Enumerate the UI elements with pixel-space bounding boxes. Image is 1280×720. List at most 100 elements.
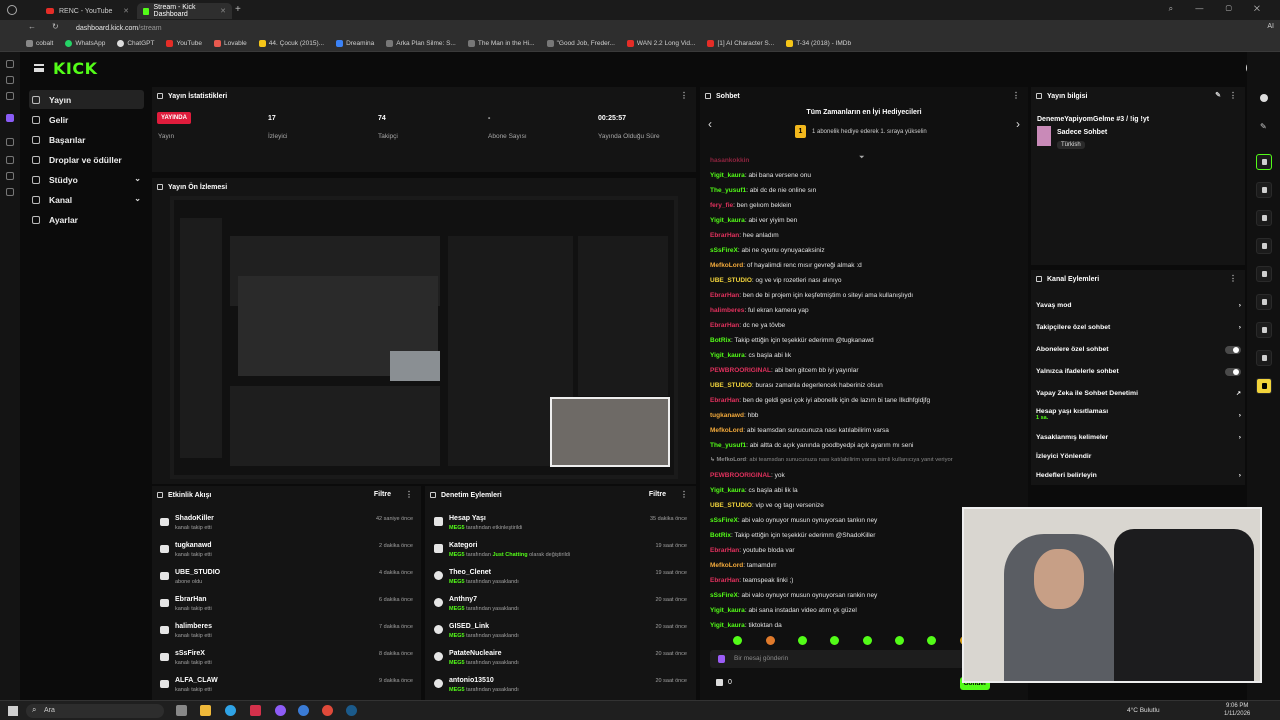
side-panel-icon[interactable] [6, 92, 14, 100]
chat-user[interactable]: sSsFireX [710, 517, 738, 524]
more-icon[interactable]: ⋮ [1229, 274, 1237, 283]
filter-button[interactable]: Filtre [649, 491, 666, 498]
tab-kick-dashboard[interactable]: Stream - Kick Dashboard ✕ [137, 3, 232, 19]
chat-user[interactable]: BotRix [710, 337, 731, 344]
mod-title[interactable]: antonio13510 [449, 677, 494, 684]
raid-row[interactable]: İzleyici Yönlendir [1036, 453, 1241, 460]
bookmark-dreamina[interactable]: Dreamina [336, 40, 374, 47]
emote-icon[interactable] [733, 636, 742, 645]
chat-user[interactable]: fery_fie [710, 202, 733, 209]
feed-user[interactable]: halimberes [175, 623, 212, 630]
bookmark-youtube[interactable]: YouTube [166, 40, 202, 47]
info-icon[interactable] [1260, 94, 1268, 102]
emote-icon[interactable] [927, 636, 936, 645]
ai-button[interactable]: AI [1267, 23, 1274, 30]
emotes-only-toggle[interactable] [1225, 368, 1241, 376]
mod-actor[interactable]: MEG5 [449, 660, 465, 666]
mod-title[interactable]: PatateNucleaire [449, 650, 502, 657]
chat-user[interactable]: EbrarHan [710, 292, 739, 299]
side-panel-icon[interactable] [6, 60, 14, 68]
followers-only-row[interactable]: Takipçilere özel sohbet › [1036, 324, 1241, 331]
stream-preview-video[interactable] [170, 196, 678, 479]
chat-user[interactable]: EbrarHan [710, 232, 739, 239]
chest-icon[interactable] [716, 679, 723, 686]
quick-action-button[interactable] [1256, 322, 1272, 338]
chat-user[interactable]: BotRix [710, 532, 731, 539]
chat-user[interactable]: tugkanawd [710, 412, 744, 419]
weather-label[interactable]: 4°C Bulutlu [1127, 707, 1160, 714]
mod-actor[interactable]: MEG5 [449, 579, 465, 585]
quick-action-button[interactable] [1256, 378, 1272, 394]
account-age-row[interactable]: Hesap yaşı kısıtlaması › 1 sa. [1036, 408, 1241, 421]
chat-user[interactable]: PEWBROORIGINAL [710, 472, 771, 479]
bookmark-chatgpt[interactable]: ChatGPT [117, 40, 154, 47]
filter-button[interactable]: Filtre [374, 491, 391, 498]
subscribers-only-toggle[interactable] [1225, 346, 1241, 354]
mod-actor[interactable]: MEG5 [449, 552, 465, 558]
chat-user[interactable]: Yigit_kaura [710, 172, 745, 179]
edit-icon[interactable]: ✎ [1260, 122, 1267, 131]
browser-icon[interactable] [275, 705, 286, 716]
chat-user[interactable]: UBE_STUDIO [710, 382, 752, 389]
mod-actor[interactable]: MEG5 [449, 606, 465, 612]
edit-icon[interactable]: ✎ [1215, 91, 1221, 99]
chevron-left-icon[interactable]: ‹ [708, 117, 712, 131]
feed-user[interactable]: ALFA_CLAW [175, 677, 218, 684]
chat-user[interactable]: Yigit_kaura [710, 607, 745, 614]
ai-moderation-row[interactable]: Yapay Zeka ile Sohbet Denetimi ↗ [1036, 390, 1241, 397]
emote-icon[interactable] [766, 636, 775, 645]
close-tab-icon[interactable]: ✕ [123, 7, 129, 15]
chat-user[interactable]: EbrarHan [710, 577, 739, 584]
quick-action-button[interactable] [1256, 294, 1272, 310]
mod-title[interactable]: GISED_Link [449, 623, 489, 630]
clock-date[interactable]: 1/11/2026 [1224, 711, 1250, 717]
bookmark-lovable[interactable]: Lovable [214, 40, 247, 47]
chat-user[interactable]: UBE_STUDIO [710, 502, 752, 509]
chat-user[interactable]: Yigit_kaura [710, 352, 745, 359]
clock-time[interactable]: 9:06 PM [1226, 703, 1248, 709]
chat-user[interactable]: EbrarHan [710, 322, 739, 329]
steam-icon[interactable] [346, 705, 357, 716]
mod-actor[interactable]: MEG5 [449, 633, 465, 639]
feed-user[interactable]: tugkanawd [175, 542, 212, 549]
quick-action-button[interactable] [1256, 238, 1272, 254]
chat-user[interactable]: sSsFireX [710, 592, 738, 599]
banned-words-row[interactable]: Yasaklanmış kelimeler › [1036, 434, 1241, 441]
app-icon[interactable] [298, 705, 309, 716]
new-tab-button[interactable]: + [235, 4, 241, 15]
sidebar-item-kanal[interactable]: Kanal ⌄ [29, 190, 144, 209]
side-panel-icon[interactable] [6, 114, 14, 122]
quick-action-button[interactable] [1256, 182, 1272, 198]
browser-menu-icon[interactable] [7, 5, 17, 15]
chat-user[interactable]: MefkoLord [710, 562, 743, 569]
bookmark-ai-character[interactable]: [1] AI Character S... [707, 40, 774, 47]
emote-picker-icon[interactable] [718, 655, 725, 663]
more-icon[interactable]: ⋮ [1012, 91, 1020, 100]
chat-user[interactable]: ↳ MefkoLord [710, 457, 746, 463]
chat-user[interactable]: Yigit_kaura [710, 217, 745, 224]
more-icon[interactable]: ⋮ [1229, 91, 1237, 100]
slow-mode-row[interactable]: Yavaş mod › [1036, 302, 1241, 309]
chat-user[interactable]: hasankokkin [710, 157, 749, 163]
quick-action-button[interactable] [1256, 266, 1272, 282]
mod-actor[interactable]: MEG5 [449, 525, 465, 531]
feed-user[interactable]: EbrarHan [175, 596, 207, 603]
chat-user[interactable]: MefkoLord [710, 427, 743, 434]
bookmark-good-job[interactable]: "Good Job, Freder... [546, 40, 615, 47]
chat-user[interactable]: sSsFireX [710, 247, 738, 254]
bookmark-wan[interactable]: WAN 2.2 Long Vid... [626, 40, 695, 47]
chevron-right-icon[interactable]: › [1016, 117, 1020, 131]
bookmark-movie[interactable]: 44. Çocuk (2015)... [258, 40, 324, 47]
feed-user[interactable]: sSsFireX [175, 650, 205, 657]
chat-user[interactable]: UBE_STUDIO [710, 277, 752, 284]
url-field[interactable]: dashboard.kick.com/stream [76, 22, 162, 34]
chat-input[interactable]: Bir mesaj gönderin [710, 650, 972, 668]
bookmark-t34[interactable]: T-34 (2018) - IMDb [786, 40, 851, 47]
edge-icon[interactable] [225, 705, 236, 716]
emote-icon[interactable] [863, 636, 872, 645]
chat-user[interactable]: PEWBROORIGINAL [710, 367, 771, 374]
goals-row[interactable]: Hedefleri belirleyin › [1036, 472, 1241, 479]
side-panel-icon[interactable] [6, 188, 14, 196]
close-tab-icon[interactable]: ✕ [220, 7, 226, 15]
chrome-icon[interactable] [322, 705, 333, 716]
